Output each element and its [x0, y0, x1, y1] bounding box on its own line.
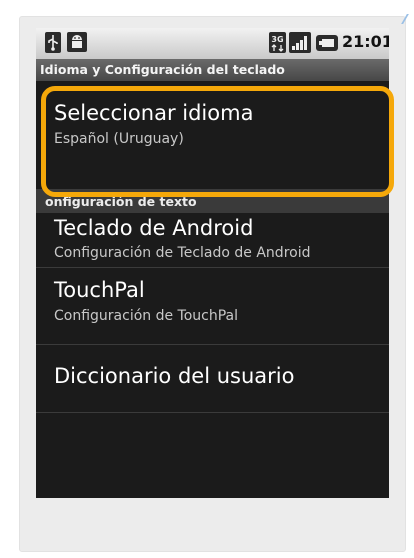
- network-3g-icon: 3G: [269, 32, 286, 53]
- item-subtitle: Configuración de TouchPal: [54, 308, 239, 324]
- usb-icon: [45, 32, 61, 53]
- status-bar: 3G 21:01: [36, 28, 389, 59]
- item-title: TouchPal: [54, 278, 145, 302]
- item-title: Diccionario del usuario: [54, 364, 295, 388]
- highlight-outline: [41, 86, 394, 197]
- android-icon: [67, 32, 87, 52]
- list-item-user-dictionary[interactable]: Diccionario del usuario: [36, 345, 389, 413]
- signal-icon: [289, 32, 311, 53]
- list-item-android-keyboard[interactable]: Teclado de Android Configuración de Tecl…: [36, 213, 389, 268]
- page-title: Idioma y Configuración del teclado: [36, 59, 389, 81]
- list-item-touchpal[interactable]: TouchPal Configuración de TouchPal: [36, 268, 389, 345]
- network-label: 3G: [271, 35, 283, 44]
- status-time: 21:01: [342, 32, 389, 51]
- item-subtitle: Configuración de Teclado de Android: [54, 245, 311, 261]
- battery-icon: [316, 35, 338, 51]
- item-title: Teclado de Android: [54, 216, 254, 240]
